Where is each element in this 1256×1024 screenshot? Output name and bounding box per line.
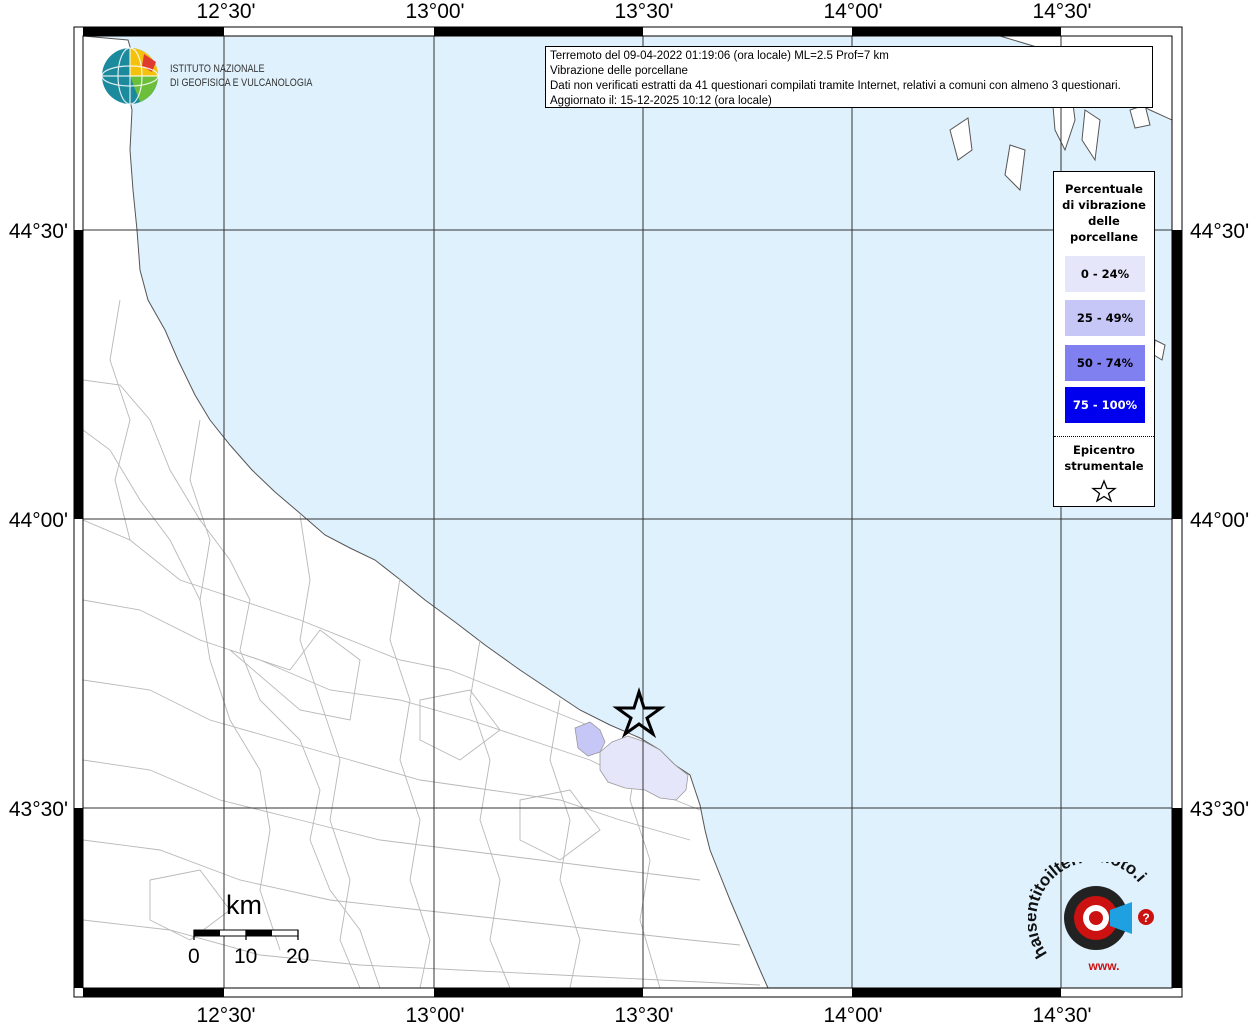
- legend-label-50-74: 50 - 74%: [1076, 356, 1134, 370]
- legend-epicenter-label: Epicentro strumentale: [1054, 442, 1154, 474]
- lon-label-top-2: 13°00': [405, 0, 464, 23]
- scale-label-20: 20: [286, 945, 310, 968]
- legend-title-line4: porcellane: [1069, 230, 1139, 244]
- legend-item-25-49: 25 - 49%: [1065, 300, 1145, 336]
- lat-label-left-2: 44°00': [9, 509, 68, 532]
- lon-label-bottom-2: 13°00': [405, 1004, 464, 1024]
- lon-label-bottom-4: 14°00': [823, 1004, 882, 1024]
- legend-star-icon: [1091, 479, 1117, 503]
- legend-title-line2: di vibrazione: [1062, 198, 1146, 212]
- lon-label-top-1: 12°30': [196, 0, 255, 23]
- lat-label-left-1: 44°30': [9, 220, 68, 243]
- scale-title: km: [226, 890, 262, 920]
- legend: Percentuale di vibrazione delle porcella…: [1053, 171, 1155, 507]
- legend-epicenter-line1: Epicentro: [1073, 443, 1135, 457]
- lon-label-bottom-3: 13°30': [614, 1004, 673, 1024]
- scale-bar: km 0 10 20: [186, 890, 326, 970]
- legend-label-75-100: 75 - 100%: [1072, 398, 1138, 412]
- ingv-name-line1: ISTITUTO NAZIONALE: [170, 63, 265, 75]
- legend-item-50-74: 50 - 74%: [1065, 345, 1145, 381]
- event-subtitle: Vibrazione delle porcellane: [550, 65, 688, 77]
- legend-label-25-49: 25 - 49%: [1076, 311, 1134, 325]
- lat-label-right-1: 44°30': [1190, 220, 1249, 243]
- legend-title-line1: Percentuale: [1065, 182, 1143, 196]
- event-title: Terremoto del 09-04-2022 01:19:06 (ora l…: [550, 50, 889, 62]
- svg-text:?: ?: [1142, 911, 1149, 925]
- scale-label-0: 0: [188, 945, 200, 968]
- lat-label-right-3: 43°30': [1190, 798, 1249, 821]
- legend-item-0-24: 0 - 24%: [1065, 256, 1145, 292]
- ingv-name-line2: DI GEOFISICA E VULCANOLOGIA: [170, 77, 313, 89]
- legend-epicenter-line2: strumentale: [1064, 459, 1144, 473]
- event-data-note: Dati non verificati estratti da 41 quest…: [550, 80, 1121, 92]
- legend-item-75-100: 75 - 100%: [1065, 387, 1145, 423]
- legend-divider: [1054, 436, 1154, 437]
- lon-label-bottom-5: 14°30': [1032, 1004, 1091, 1024]
- lon-label-bottom-1: 12°30': [196, 1004, 255, 1024]
- lon-label-top-4: 14°00': [823, 0, 882, 23]
- scale-label-10: 10: [234, 945, 258, 968]
- haisentito-www: www.: [1088, 959, 1120, 973]
- scale-bar-graphic: [193, 929, 299, 940]
- event-info-box: Terremoto del 09-04-2022 01:19:06 (ora l…: [545, 46, 1153, 108]
- haisentito-logo: haisentitoilterremoto.it ? www.: [1028, 862, 1154, 973]
- legend-title: Percentuale di vibrazione delle porcella…: [1054, 181, 1154, 245]
- lon-label-top-5: 14°30': [1032, 0, 1091, 23]
- event-updated: Aggiornato il: 15-12-2025 10:12 (ora loc…: [550, 95, 772, 107]
- ingv-globe-icon: [101, 47, 159, 105]
- ingv-name: ISTITUTO NAZIONALE DI GEOFISICA E VULCAN…: [170, 62, 312, 90]
- lat-label-left-3: 43°30': [9, 798, 68, 821]
- lat-label-right-2: 44°00': [1190, 509, 1249, 532]
- legend-label-0-24: 0 - 24%: [1080, 267, 1130, 281]
- legend-title-line3: delle: [1088, 214, 1120, 228]
- lon-label-top-3: 13°30': [614, 0, 673, 23]
